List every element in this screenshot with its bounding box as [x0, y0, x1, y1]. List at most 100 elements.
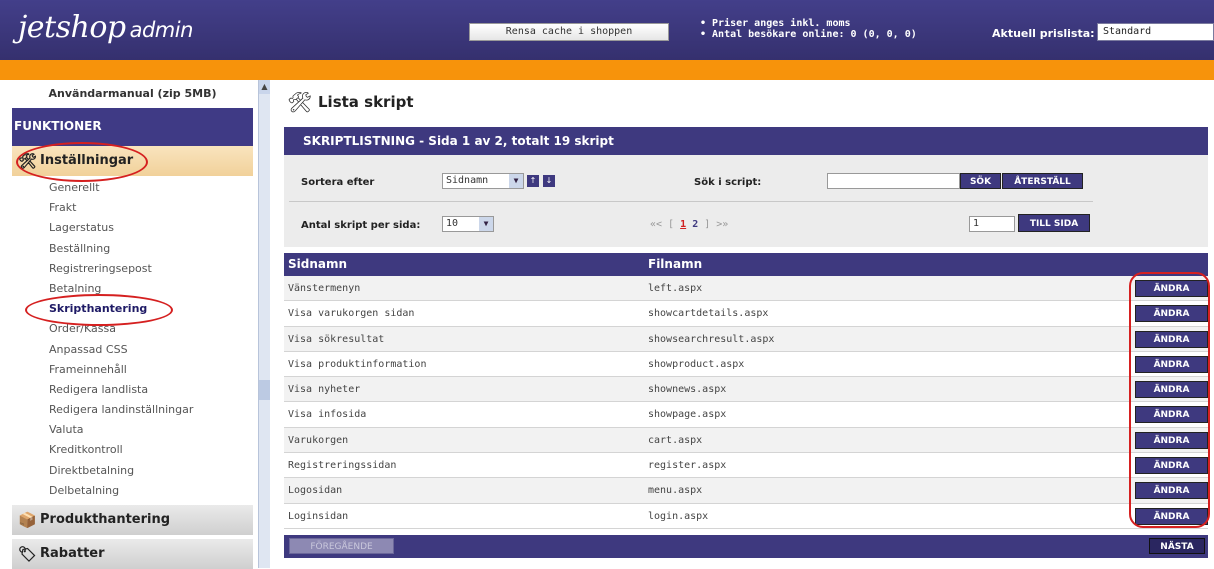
- edit-button[interactable]: ÄNDRA: [1135, 406, 1208, 424]
- table-row: Loginsidan login.aspx ÄNDRA: [284, 504, 1208, 529]
- products-section-label: Produkthantering: [40, 512, 171, 527]
- edit-button[interactable]: ÄNDRA: [1135, 330, 1208, 348]
- chevron-down-icon: ▼: [479, 217, 493, 231]
- search-label: Sök i script:: [694, 177, 762, 188]
- sidebar-scrollbar[interactable]: ▲: [258, 80, 270, 568]
- jetshop-logo[interactable]: jetshop admin: [18, 10, 193, 45]
- product-box-icon: 📦: [18, 511, 37, 529]
- pricelist-select[interactable]: Standard: [1097, 23, 1214, 41]
- edit-button[interactable]: ÄNDRA: [1135, 381, 1208, 399]
- sidebar: Användarmanual (zip 5MB) FUNKTIONER 🛠 In…: [12, 80, 253, 569]
- clear-cache-button[interactable]: Rensa cache i shoppen: [469, 23, 669, 41]
- table-row: Vänstermenyn left.aspx ÄNDRA: [284, 276, 1208, 302]
- visitors-info: Antal besökare online: 0 (0, 0, 0): [700, 29, 917, 40]
- discounts-section[interactable]: 🏷 Rabatter: [12, 539, 253, 569]
- edit-button[interactable]: ÄNDRA: [1135, 280, 1208, 297]
- previous-page-button[interactable]: FÖREGÅENDE: [289, 538, 394, 554]
- goto-page-input[interactable]: 1: [969, 216, 1015, 232]
- sidebar-item-frameinnehall[interactable]: Frameinnehåll: [12, 360, 253, 380]
- cell-page: Vänstermenyn: [288, 283, 361, 294]
- reset-button[interactable]: ÅTERSTÄLL: [1002, 173, 1083, 189]
- column-header-file[interactable]: Filnamn: [648, 257, 702, 271]
- sidebar-item-betalning[interactable]: Betalning: [12, 279, 253, 299]
- table-row: Visa sökresultat showsearchresult.aspx ÄND…: [284, 326, 1208, 352]
- per-page-label: Antal skript per sida:: [301, 220, 421, 231]
- goto-page-button[interactable]: TILL SIDA: [1018, 214, 1090, 232]
- edit-button[interactable]: ÄNDRA: [1135, 431, 1208, 449]
- sidebar-item-delbetalning[interactable]: Delbetalning: [12, 481, 253, 501]
- sidebar-item-order-kassa[interactable]: Order/Kassa: [12, 319, 253, 339]
- sort-select-value: Sidnamn: [446, 175, 489, 186]
- table-row: Varukorgen cart.aspx ÄNDRA: [284, 427, 1208, 454]
- pagination: «< [ 1 2 ] >»: [650, 219, 728, 230]
- vat-info: Priser anges inkl. moms: [700, 18, 917, 29]
- scroll-up-arrow-icon[interactable]: ▲: [259, 80, 270, 94]
- edit-button[interactable]: ÄNDRA: [1135, 305, 1208, 323]
- cell-file: showcartdetails.aspx: [648, 308, 769, 320]
- sidebar-item-frakt[interactable]: Frakt: [12, 198, 253, 218]
- table-row: Visa produktinformation showproduct.aspx Ä…: [284, 352, 1208, 378]
- sort-select[interactable]: Sidnamn ▼: [442, 173, 524, 189]
- cell-file: shownews.aspx: [648, 384, 727, 396]
- sidebar-item-kreditkontroll[interactable]: Kreditkontroll: [12, 440, 253, 460]
- pricelist-label: Aktuell prislista:: [992, 27, 1095, 40]
- scroll-thumb[interactable]: [259, 380, 270, 400]
- sort-descending-button[interactable]: ↓: [543, 175, 555, 187]
- sort-ascending-button[interactable]: ↑: [527, 175, 539, 187]
- sidebar-item-generellt[interactable]: Generellt: [12, 178, 253, 198]
- tools-icon: 🛠: [18, 152, 38, 170]
- table-row: Logosidan menu.aspx ÄNDRA: [284, 478, 1208, 504]
- top-header: jetshopadmin Rensa cache i shoppen Prise…: [0, 0, 1214, 60]
- cell-file: showproduct.aspx: [648, 358, 745, 370]
- pager-page-2[interactable]: 2: [692, 219, 698, 230]
- cell-file: showpage.aspx: [648, 409, 727, 421]
- products-section[interactable]: 📦 Produkthantering: [12, 505, 253, 535]
- cell-file: left.aspx: [648, 283, 703, 294]
- table-row: Registreringssidan register.aspx ÄNDRA: [284, 453, 1208, 479]
- sidebar-item-anpassad-css[interactable]: Anpassad CSS: [12, 340, 253, 360]
- orange-divider-bar: [0, 60, 1214, 80]
- settings-section[interactable]: 🛠 Inställningar: [12, 146, 253, 176]
- sidebar-item-skripthantering[interactable]: Skripthantering: [12, 299, 253, 319]
- pager-page-current[interactable]: 1: [680, 219, 686, 230]
- sidebar-item-redigera-landlista[interactable]: Redigera landlista: [12, 380, 253, 400]
- cell-page: Loginsidan: [288, 510, 349, 522]
- edit-button[interactable]: ÄNDRA: [1135, 507, 1208, 525]
- cell-page: Logosidan: [288, 485, 343, 497]
- cell-file: register.aspx: [648, 460, 727, 472]
- edit-button[interactable]: ÄNDRA: [1135, 457, 1208, 475]
- controls-divider: [289, 201, 1093, 202]
- sidebar-item-direktbetalning[interactable]: Direktbetalning: [12, 461, 253, 481]
- table-row: Visa varukorgen sidan showcartdetails.asp…: [284, 301, 1208, 327]
- sidebar-item-registreringsepost[interactable]: Registreringsepost: [12, 259, 253, 279]
- user-manual-link[interactable]: Användarmanual (zip 5MB): [12, 87, 253, 100]
- search-input[interactable]: [827, 173, 960, 189]
- pager-prev[interactable]: «< [: [650, 219, 674, 230]
- sidebar-item-bestallning[interactable]: Beställning: [12, 239, 253, 259]
- edit-button[interactable]: ÄNDRA: [1135, 355, 1208, 373]
- cell-file: login.aspx: [648, 510, 709, 522]
- header-info: Priser anges inkl. moms Antal besökare o…: [700, 18, 917, 40]
- sidebar-item-lagerstatus[interactable]: Lagerstatus: [12, 218, 253, 238]
- cell-page: Visa infosida: [288, 409, 367, 421]
- tools-icon: 🛠: [287, 90, 313, 114]
- per-page-value: 10: [446, 218, 459, 229]
- pager-next[interactable]: ] >»: [704, 219, 728, 230]
- page-title: Lista skript: [318, 93, 414, 111]
- discount-icon: 🏷: [18, 545, 38, 563]
- table-footer: FÖREGÅENDE NÄSTA: [284, 535, 1208, 558]
- script-list-header: SKRIPTLISTNING - Sida 1 av 2, totalt 19 …: [284, 127, 1208, 155]
- next-page-button[interactable]: NÄSTA: [1149, 538, 1205, 554]
- cell-file: showsearchresult.aspx: [648, 333, 775, 345]
- logo-admin-text: admin: [129, 18, 194, 42]
- column-header-page[interactable]: Sidnamn: [288, 257, 347, 271]
- cell-page: Registreringssidan: [288, 460, 397, 472]
- sidebar-item-valuta[interactable]: Valuta: [12, 420, 253, 440]
- sort-label: Sortera efter: [301, 177, 375, 188]
- edit-button[interactable]: ÄNDRA: [1135, 482, 1208, 500]
- settings-submenu: Generellt Frakt Lagerstatus Beställning …: [12, 178, 253, 501]
- search-button[interactable]: SÖK: [960, 173, 1001, 189]
- per-page-select[interactable]: 10 ▼: [442, 216, 494, 232]
- sidebar-item-redigera-landinstallningar[interactable]: Redigera landinställningar: [12, 400, 253, 420]
- cell-page: Visa sökresultat: [288, 333, 385, 345]
